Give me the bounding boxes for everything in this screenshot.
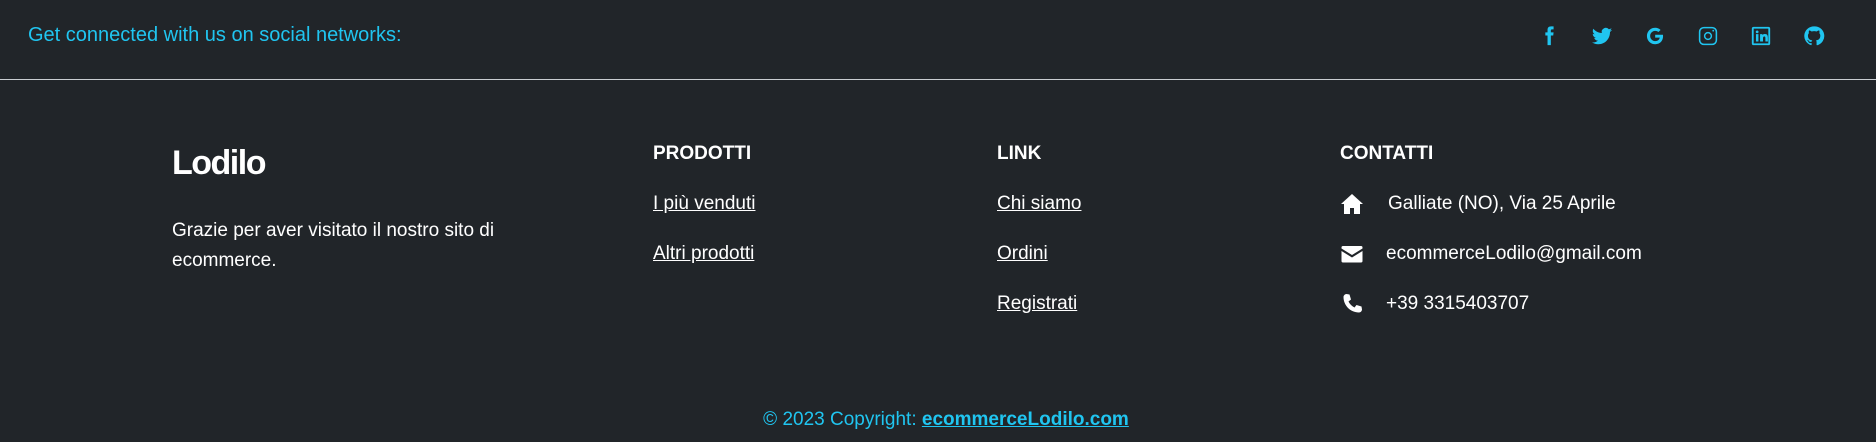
contact-email: ecommerceLodilo@gmail.com	[1340, 242, 1642, 266]
phone-text: +39 3315403707	[1386, 293, 1530, 314]
links-title: LINK	[997, 143, 1042, 164]
twitter-icon[interactable]	[1575, 22, 1628, 50]
social-heading: Get connected with us on social networks…	[28, 24, 402, 46]
contact-phone: +39 3315403707	[1340, 292, 1642, 316]
social-icons	[1522, 22, 1840, 50]
products-title: PRODOTTI	[653, 143, 752, 164]
instagram-icon[interactable]	[1681, 22, 1734, 50]
copyright-bar: © 2023 Copyright: ecommerceLodilo.com	[0, 408, 1876, 432]
copyright-text: © 2023 Copyright:	[763, 409, 922, 430]
contacts-column: CONTATTI Galliate (NO), Via 25 Aprile ec…	[1340, 142, 1642, 316]
copyright-link[interactable]: ecommerceLodilo.com	[922, 409, 1129, 430]
products-column: PRODOTTI I più venduti Altri prodotti	[653, 142, 755, 266]
brand-description: Grazie per aver visitato il nostro sito …	[172, 220, 495, 271]
link-other-products[interactable]: Altri prodotti	[653, 242, 755, 266]
envelope-icon	[1340, 242, 1364, 266]
contact-address: Galliate (NO), Via 25 Aprile	[1340, 192, 1642, 216]
brand-logo: Lodilo	[172, 144, 266, 182]
links-column: LINK Chi siamo Ordini Registrati	[997, 142, 1081, 316]
google-icon[interactable]	[1628, 22, 1681, 50]
link-register[interactable]: Registrati	[997, 292, 1081, 316]
phone-icon	[1340, 292, 1364, 316]
social-bar: Get connected with us on social networks…	[0, 0, 1876, 80]
address-text: Galliate (NO), Via 25 Aprile	[1388, 193, 1616, 214]
email-text: ecommerceLodilo@gmail.com	[1386, 243, 1642, 264]
home-icon	[1340, 192, 1364, 216]
linkedin-icon[interactable]	[1734, 22, 1787, 50]
contacts-title: CONTATTI	[1340, 143, 1434, 164]
link-orders[interactable]: Ordini	[997, 242, 1081, 266]
github-icon[interactable]	[1787, 22, 1840, 50]
footer: Get connected with us on social networks…	[0, 0, 1876, 442]
link-about-us[interactable]: Chi siamo	[997, 192, 1081, 216]
link-best-sellers[interactable]: I più venduti	[653, 192, 755, 216]
facebook-icon[interactable]	[1522, 22, 1575, 50]
